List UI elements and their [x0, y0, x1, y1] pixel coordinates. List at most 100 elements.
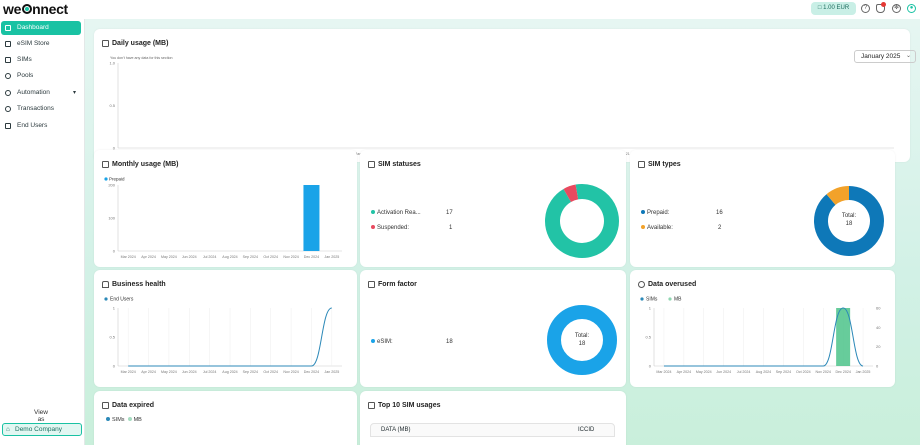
donut-total-value: 18	[845, 221, 853, 227]
sim-statuses-card: SIM statuses Activation Rea... 17 Suspen…	[360, 150, 626, 267]
x-tick-label: Jul 2024	[203, 255, 217, 259]
data-expired-card: Data expired SIMs MB	[94, 391, 357, 445]
donut-slice	[547, 305, 617, 375]
chevron-down-icon: ▾	[72, 90, 76, 96]
top10-card: Top 10 SIM usages DATA (MB) ICCID	[360, 391, 626, 445]
transactions-icon	[5, 106, 11, 112]
legend-dot	[104, 177, 108, 181]
x-tick-label: Jun 2024	[716, 370, 731, 374]
bar	[836, 308, 851, 366]
sidebar-item-automation[interactable]: Automation ▾	[1, 86, 81, 100]
gear-icon[interactable]: ✻	[892, 4, 901, 13]
y-tick-label: 0.5	[109, 335, 115, 340]
x-tick-label: Jan 2025	[856, 370, 871, 374]
business-health-card: Business health End Users Mar 2024 Apr 202…	[94, 270, 357, 387]
status-row-activation: Activation Rea...	[371, 210, 421, 216]
balance-badge[interactable]: □ 1.00 EUR	[811, 2, 856, 15]
x-tick-label: Jul 2024	[203, 370, 217, 374]
type-row-available: Available:	[641, 225, 673, 231]
user-icon[interactable]: ●	[907, 4, 916, 13]
sidebar-item-transactions[interactable]: Transactions	[1, 102, 81, 116]
bar	[303, 185, 320, 251]
x-tick-label: Sep 2024	[243, 255, 258, 259]
y-tick-label: 200	[108, 183, 115, 188]
sim-statuses-donut	[545, 184, 619, 258]
column-header-data[interactable]: DATA (MB)	[381, 424, 410, 436]
sidebar-item-label: Automation	[17, 89, 50, 96]
column-header-iccid[interactable]: ICCID	[578, 424, 594, 436]
sidebar-item-pools[interactable]: Pools	[1, 69, 81, 83]
form-row-esim: eSIM:	[371, 339, 393, 345]
type-value: 16	[716, 210, 723, 216]
legend-dot	[371, 225, 375, 229]
status-row-suspended: Suspended:	[371, 225, 409, 231]
x-tick-label: Oct 2024	[263, 370, 278, 374]
sidebar-item-label: eSIM Store	[17, 40, 50, 47]
y-tick-label: 0.5	[109, 103, 115, 108]
x-tick-label: Apr 2024	[141, 255, 156, 259]
card-title: Top 10 SIM usages	[378, 402, 441, 409]
legend-label: SIMs	[646, 297, 658, 303]
type-label: Prepaid:	[647, 210, 670, 216]
company-selector[interactable]: ⌂ Demo Company	[2, 423, 82, 436]
home-icon: ⌂	[6, 426, 10, 433]
x-tick-label: Oct 2024	[263, 255, 278, 259]
dashboard-icon	[5, 25, 11, 31]
sidebar-item-label: Transactions	[17, 105, 54, 112]
x-tick-label: Aug 2024	[756, 370, 771, 374]
y-tick-label: 0	[113, 249, 116, 254]
sidebar-item-dashboard[interactable]: Dashboard	[1, 21, 81, 35]
x-tick-label: May 2024	[696, 370, 712, 374]
donut-total-value: 18	[578, 341, 586, 347]
y-right-tick-label: 20	[876, 344, 881, 349]
sim-icon	[5, 57, 11, 63]
status-value: 17	[446, 210, 453, 216]
type-label: Available:	[647, 225, 673, 231]
x-tick-label: Jan 2025	[324, 370, 339, 374]
logo-mark	[21, 4, 32, 14]
y-tick-label: 1.0	[109, 61, 115, 66]
y-right-tick-label: 40	[876, 325, 881, 330]
x-tick-label: Aug 2024	[222, 255, 237, 259]
sidebar-item-end-users[interactable]: End Users	[1, 119, 81, 133]
y-right-tick-label: 0	[876, 364, 879, 369]
sidebar-item-sims[interactable]: SIMs	[1, 53, 81, 67]
monthly-usage-chart: Prepaid Mar 2024 Apr 2024 May 2024 Jun 2024 J…	[104, 177, 342, 259]
form-factor-card: Form factor eSIM: 18 Total: 18	[360, 270, 626, 387]
x-tick-label: Nov 2024	[816, 370, 831, 374]
x-tick-label: Dec 2024	[835, 370, 850, 374]
sim-icon	[638, 161, 645, 168]
type-row-prepaid: Prepaid:	[641, 210, 669, 216]
business-health-chart: End Users Mar 2024 Apr 2024 May 2024 Jun 202…	[104, 297, 342, 374]
x-tick-label: Sep 2024	[776, 370, 791, 374]
sidebar-item-esim-store[interactable]: eSIM Store	[1, 37, 81, 51]
chart-legend: SIMs MB	[106, 417, 142, 423]
legend-label: MB	[674, 297, 682, 303]
x-tick-label: May 2024	[161, 370, 177, 374]
x-tick-label: Aug 2024	[222, 370, 237, 374]
sim-icon	[368, 161, 375, 168]
daily-usage-chart: You don't have any data for this section…	[109, 56, 894, 156]
x-tick-label: Sep 2024	[243, 370, 258, 374]
y-tick-label: 1	[649, 306, 652, 311]
card-title: SIM statuses	[378, 161, 421, 168]
x-tick-label: May 2024	[161, 255, 177, 259]
x-tick-label: Jun 2024	[182, 370, 197, 374]
legend-dot	[641, 210, 645, 214]
card-title: Form factor	[378, 281, 417, 288]
x-tick-label: Oct 2024	[796, 370, 811, 374]
x-tick-label: Jul 2024	[737, 370, 751, 374]
help-icon[interactable]: ?	[861, 4, 870, 13]
data-overused-chart: SIMs MB Mar 2024 Apr 2024 May 2024 Jun 2024 Ju…	[640, 297, 881, 374]
logo[interactable]: we nnect	[3, 1, 68, 17]
form-label: eSIM:	[377, 339, 393, 345]
y-right-tick-label: 60	[876, 306, 881, 311]
pools-icon	[5, 73, 11, 79]
legend-label: End Users	[110, 297, 134, 303]
dashboard-main: Daily usage (MB) January 2025 ⌄ You don't…	[85, 19, 920, 445]
legend-dot	[641, 225, 645, 229]
sidebar-item-label: Dashboard	[17, 24, 49, 31]
y-tick-label: 0	[113, 364, 116, 369]
balance-value: 1.00 EUR	[823, 5, 850, 11]
type-value: 2	[718, 225, 722, 231]
